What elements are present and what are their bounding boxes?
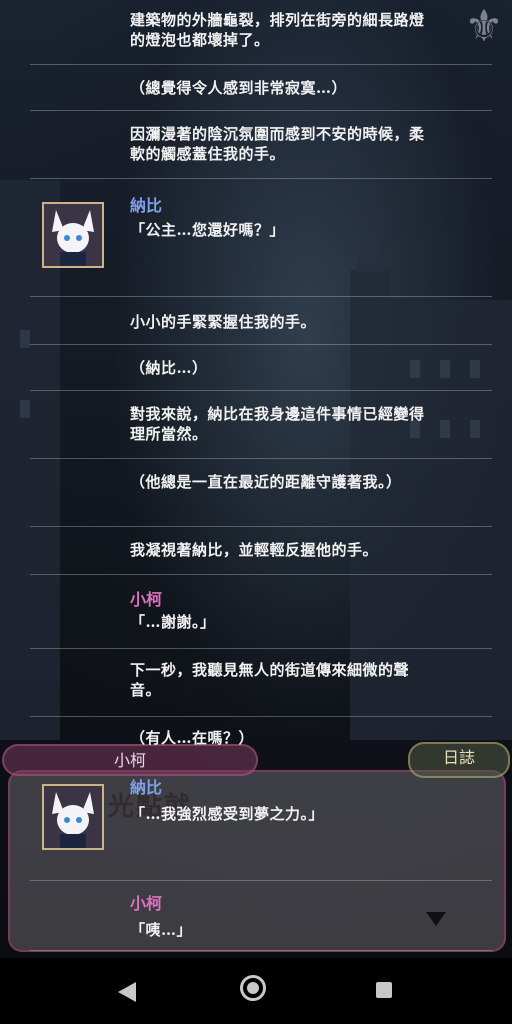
- log-entry: 我凝視著納比，並輕輕反握他的手。: [30, 526, 492, 575]
- dialogue-text: 「咦…」: [130, 921, 193, 939]
- narration-text: （他總是一直在最近的距離守護著我。）: [130, 473, 402, 491]
- backlog-panel[interactable]: 建築物的外牆龜裂，排列在街旁的細長路燈的燈泡也都壞掉了。 （總覺得令人感到非常寂…: [18, 0, 496, 958]
- home-icon[interactable]: [240, 975, 266, 1001]
- narration-text: 我凝視著納比，並輕輕反握他的手。: [130, 541, 379, 559]
- back-icon[interactable]: [118, 982, 136, 1002]
- log-entry: 小柯 「…謝謝。」: [30, 574, 492, 649]
- narration-text: 下一秒，我聽見無人的街道傳來細微的聲音。: [130, 661, 410, 699]
- narration-text: 建築物的外牆龜裂，排列在街旁的細長路燈的燈泡也都壞掉了。: [130, 11, 425, 49]
- log-entry: 對我來說，納比在我身邊這件事情已經變得理所當然。: [30, 390, 492, 459]
- log-entry: （他總是一直在最近的距離守護著我。）: [30, 458, 492, 527]
- log-entry: （納比…）: [30, 344, 492, 391]
- napi-portrait-avatar: [42, 784, 104, 850]
- narration-text: （總覺得令人感到非常寂寞…）: [130, 79, 348, 97]
- narration-text: 小小的手緊緊握住我的手。: [130, 313, 317, 331]
- log-entry: 小柯 「咦…」: [30, 880, 492, 951]
- log-entry: 納比 「…我強烈感受到夢之力。」: [30, 764, 492, 881]
- log-entry: 建築物的外牆龜裂，排列在街旁的細長路燈的燈泡也都壞掉了。: [30, 0, 492, 65]
- speaker-name: 納比: [130, 196, 163, 215]
- dialogue-text: 「…我強烈感受到夢之力。」: [130, 805, 325, 823]
- log-entry: 小小的手緊緊握住我的手。: [30, 296, 492, 345]
- narration-text: 對我來說，納比在我身邊這件事情已經變得理所當然。: [130, 405, 425, 443]
- dialogue-text: 「公主…您還好嗎？」: [130, 221, 286, 239]
- speaker-name: 納比: [130, 778, 163, 797]
- log-entry: 因瀰漫著的陰沉氛圍而感到不安的時候，柔軟的觸感蓋住我的手。: [30, 110, 492, 179]
- log-entry: （總覺得令人感到非常寂寞…）: [30, 64, 492, 111]
- narration-text: 因瀰漫著的陰沉氛圍而感到不安的時候，柔軟的觸感蓋住我的手。: [130, 125, 425, 163]
- dialogue-text: 「…謝謝。」: [130, 613, 216, 631]
- android-nav-bar: [0, 958, 512, 1024]
- log-entry: 下一秒，我聽見無人的街道傳來細微的聲音。: [30, 648, 492, 717]
- log-entry: 納比 「公主…您還好嗎？」: [30, 178, 492, 297]
- speaker-name: 小柯: [130, 590, 163, 609]
- speaker-name: 小柯: [130, 894, 163, 913]
- log-entry: （有人…在嗎？）: [30, 716, 492, 764]
- narration-text: （納比…）: [130, 359, 208, 377]
- narration-text: （有人…在嗎？）: [130, 729, 255, 747]
- napi-portrait-avatar: [42, 202, 104, 268]
- recent-apps-icon[interactable]: [376, 982, 392, 998]
